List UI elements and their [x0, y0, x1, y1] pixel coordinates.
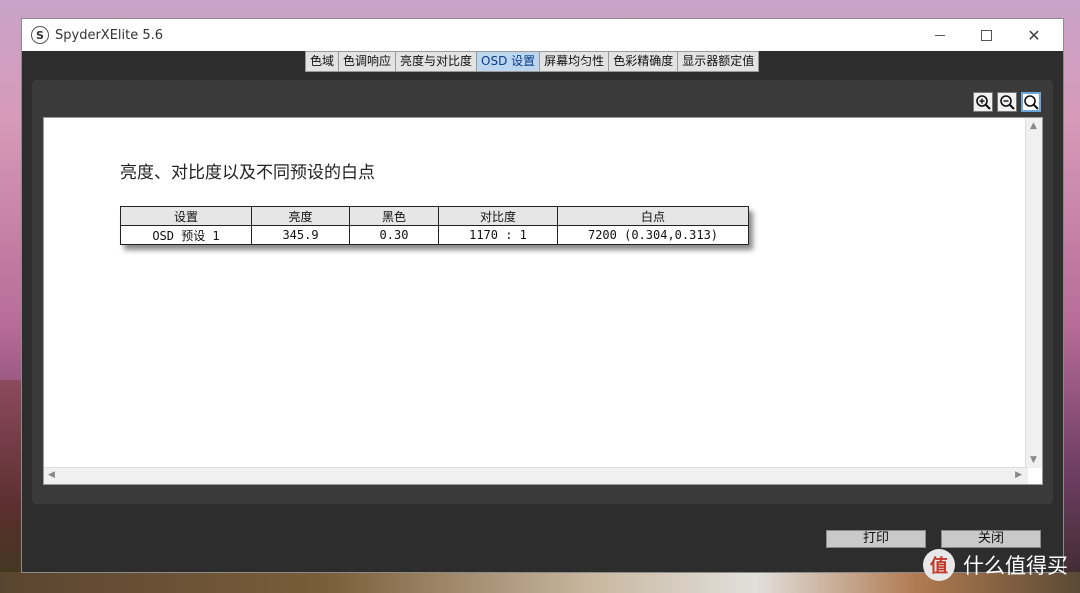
zoom-in-icon	[976, 95, 991, 110]
minimize-button[interactable]	[917, 19, 963, 51]
table-header-row: 设置 亮度 黑色 对比度 白点	[120, 206, 749, 226]
desktop-background	[0, 380, 22, 593]
maximize-button[interactable]	[963, 19, 1009, 51]
scroll-up-icon[interactable]: ▲	[1030, 121, 1037, 131]
tab-display-rating[interactable]: 显示器额定值	[678, 52, 759, 71]
report-title: 亮度、对比度以及不同预设的白点	[120, 163, 375, 183]
column-header-white-point: 白点	[557, 206, 749, 226]
report-viewer[interactable]: 亮度、对比度以及不同预设的白点 设置 亮度 黑色 对比度 白点 OSD 预设 1…	[43, 117, 1043, 485]
cell-black: 0.30	[349, 225, 439, 245]
tab-screen-uniformity[interactable]: 屏幕均匀性	[540, 52, 610, 71]
zoom-in-button[interactable]	[973, 92, 993, 112]
desktop-background-bottom	[0, 572, 1080, 593]
tab-osd-settings[interactable]: OSD 设置	[477, 52, 541, 71]
report-tab-bar: 色域 色调响应 亮度与对比度 OSD 设置 屏幕均匀性 色彩精确度 显示器额定值	[305, 51, 760, 72]
maximize-icon	[980, 29, 992, 41]
zoom-fit-icon	[1024, 95, 1039, 110]
tab-brightness-contrast[interactable]: 亮度与对比度	[396, 52, 478, 71]
close-button[interactable]: 关闭	[941, 530, 1041, 548]
watermark: 值 什么值得买	[923, 549, 1068, 581]
app-window: S SpyderXElite 5.6 ✕ 色域 色调响应 亮度与对比度 OSD …	[21, 18, 1064, 573]
zoom-out-icon	[1000, 95, 1015, 110]
watermark-logo-icon: 值	[923, 549, 955, 581]
scroll-right-icon[interactable]: ▶	[1015, 470, 1022, 480]
table-row: OSD 预设 1 345.9 0.30 1170 : 1 7200 (0.304…	[120, 225, 749, 245]
minimize-icon	[935, 34, 945, 36]
tab-tone-response[interactable]: 色调响应	[339, 52, 397, 71]
title-bar[interactable]: S SpyderXElite 5.6 ✕	[22, 19, 1063, 51]
column-header-contrast: 对比度	[438, 206, 558, 226]
close-window-button[interactable]: ✕	[1011, 19, 1057, 51]
column-header-brightness: 亮度	[251, 206, 350, 226]
zoom-fit-button[interactable]	[1021, 92, 1041, 112]
vertical-scrollbar[interactable]: ▲ ▼	[1025, 118, 1042, 468]
scroll-down-icon[interactable]: ▼	[1030, 455, 1037, 465]
app-logo-icon: S	[31, 26, 49, 44]
cell-contrast: 1170 : 1	[438, 225, 558, 245]
tab-gamut[interactable]: 色域	[306, 52, 340, 71]
horizontal-scrollbar[interactable]: ◀ ▶	[44, 467, 1028, 484]
print-button[interactable]: 打印	[826, 530, 926, 548]
cell-setting: OSD 预设 1	[120, 225, 252, 245]
zoom-out-button[interactable]	[997, 92, 1017, 112]
close-icon: ✕	[1027, 25, 1041, 45]
zoom-toolbar	[973, 92, 1041, 112]
column-header-black: 黑色	[349, 206, 439, 226]
cell-brightness: 345.9	[251, 225, 350, 245]
column-header-setting: 设置	[120, 206, 252, 226]
window-title: SpyderXElite 5.6	[55, 27, 164, 43]
cell-white-point: 7200 (0.304,0.313)	[557, 225, 749, 245]
scroll-left-icon[interactable]: ◀	[48, 470, 55, 480]
osd-results-table: 设置 亮度 黑色 对比度 白点 OSD 预设 1 345.9 0.30 1170…	[120, 206, 749, 245]
tab-color-accuracy[interactable]: 色彩精确度	[609, 52, 679, 71]
watermark-text: 什么值得买	[963, 554, 1068, 578]
